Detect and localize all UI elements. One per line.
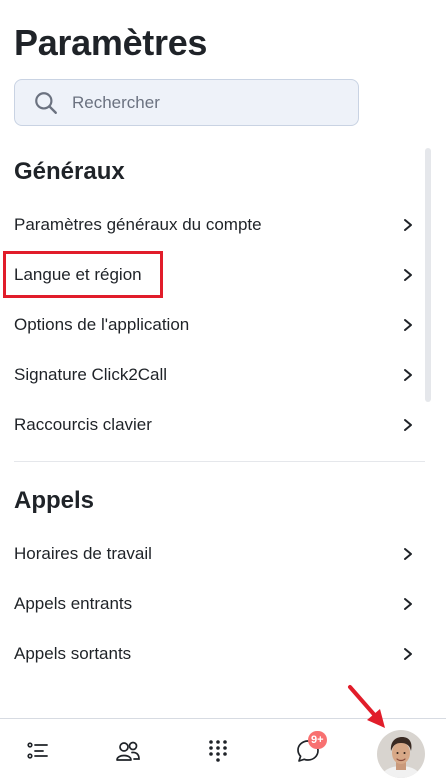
settings-item-working-hours[interactable]: Horaires de travail — [0, 534, 420, 574]
nav-contacts-button[interactable] — [98, 719, 158, 783]
search-input[interactable] — [70, 91, 324, 114]
chevron-right-icon — [404, 319, 412, 331]
search-bar[interactable] — [14, 79, 359, 126]
settings-item-click2call-signature[interactable]: Signature Click2Call — [0, 355, 420, 395]
settings-item-label: Horaires de travail — [14, 544, 152, 563]
section-divider — [14, 461, 425, 462]
settings-item-label: Options de l'application — [14, 315, 190, 334]
search-icon — [35, 91, 57, 114]
settings-item-label: Signature Click2Call — [14, 365, 168, 384]
settings-item-keyboard-shortcuts[interactable]: Raccourcis clavier — [0, 405, 420, 445]
chevron-right-icon — [404, 369, 412, 381]
settings-item-label: Raccourcis clavier — [14, 415, 152, 434]
red-arrow-annotation — [348, 685, 385, 728]
settings-list[interactable]: Généraux Paramètres généraux du compte L… — [0, 148, 446, 718]
chevron-right-icon — [404, 548, 412, 560]
chevron-right-icon — [404, 419, 412, 431]
notification-badge: 9+ — [308, 731, 327, 749]
settings-item-label: Paramètres généraux du compte — [14, 215, 262, 234]
settings-item-label: Appels entrants — [14, 594, 133, 613]
chevron-right-icon — [404, 648, 412, 660]
page-title: Paramètres — [14, 22, 208, 63]
section-heading-generaux: Généraux — [14, 158, 125, 185]
contacts-icon — [116, 741, 140, 761]
avatar[interactable] — [377, 730, 425, 778]
settings-item-app-options[interactable]: Options de l'application — [0, 305, 420, 345]
nav-dialpad-button[interactable] — [188, 719, 248, 783]
highlight-box — [3, 251, 163, 298]
scrollbar[interactable] — [425, 148, 431, 402]
nav-chat-button[interactable]: 9+ — [278, 719, 338, 783]
chevron-right-icon — [404, 219, 412, 231]
list-icon — [27, 742, 48, 759]
section-heading-appels: Appels — [14, 487, 95, 514]
chevron-right-icon — [404, 598, 412, 610]
dialpad-icon — [209, 740, 227, 762]
settings-item-general-account[interactable]: Paramètres généraux du compte — [0, 205, 420, 245]
chevron-right-icon — [404, 269, 412, 281]
nav-list-button[interactable] — [8, 719, 68, 783]
settings-item-label: Appels sortants — [14, 644, 132, 663]
settings-item-outgoing-calls[interactable]: Appels sortants — [0, 634, 420, 674]
settings-item-incoming-calls[interactable]: Appels entrants — [0, 584, 420, 624]
